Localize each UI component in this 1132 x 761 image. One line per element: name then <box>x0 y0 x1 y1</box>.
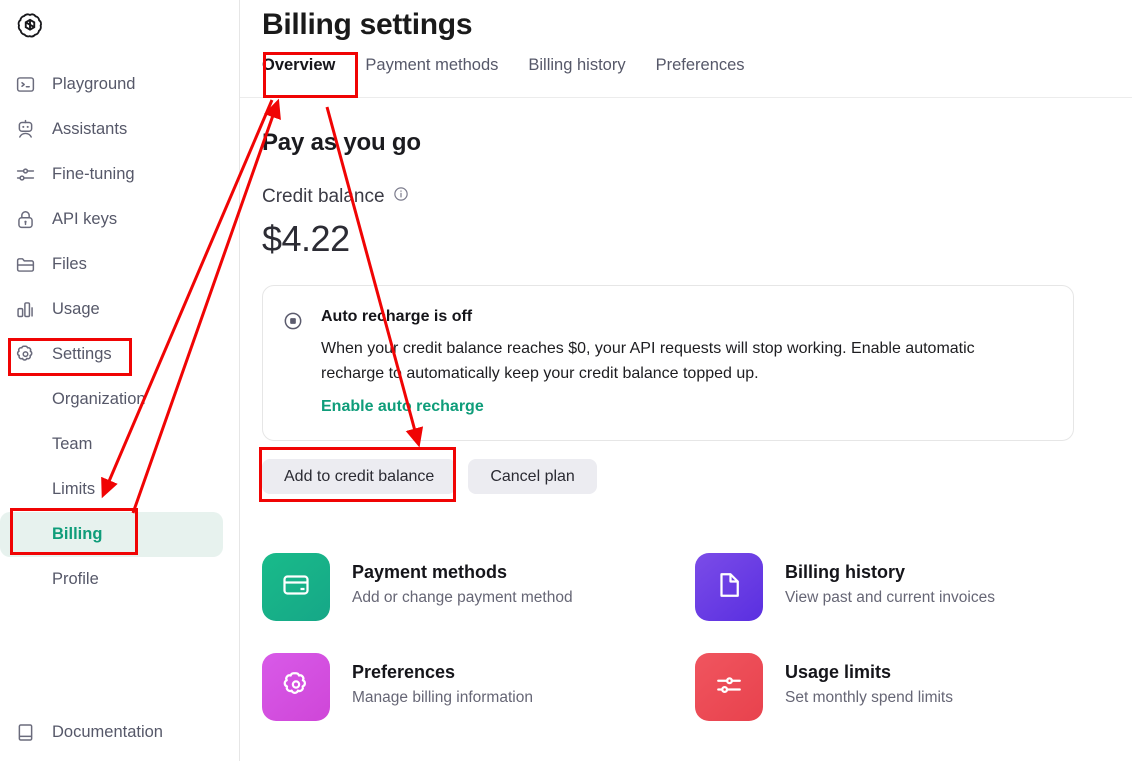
main-content: Billing settings Overview Payment method… <box>240 0 1132 761</box>
app-root: Playground Assistants Fine-tuning API ke… <box>0 0 1132 761</box>
auto-recharge-title: Auto recharge is off <box>321 308 473 325</box>
tab-preferences[interactable]: Preferences <box>656 54 745 77</box>
card-title: Payment methods <box>352 562 508 582</box>
cancel-plan-button[interactable]: Cancel plan <box>468 459 597 494</box>
folder-icon <box>14 254 36 276</box>
card-title: Usage limits <box>785 662 892 682</box>
card-preferences[interactable]: Preferences Manage billing information <box>262 653 673 721</box>
sidebar-item-label: Usage <box>52 300 100 319</box>
bar-chart-icon <box>14 299 36 321</box>
sidebar-item-organization[interactable]: Organization <box>0 377 223 422</box>
credit-balance-amount: $4.22 <box>262 218 350 259</box>
gear-icon <box>14 344 36 366</box>
robot-icon <box>14 119 36 141</box>
sidebar-item-label: Settings <box>52 345 112 364</box>
sidebar-item-profile[interactable]: Profile <box>0 557 223 602</box>
sidebar-item-usage[interactable]: Usage <box>0 287 225 332</box>
sidebar-item-label: Playground <box>52 75 136 94</box>
sidebar-subitem-label: Organization <box>52 390 146 408</box>
card-subtitle: Set monthly spend limits <box>785 689 953 706</box>
enable-auto-recharge-link[interactable]: Enable auto recharge <box>321 398 1049 416</box>
card-icon-tile <box>262 653 330 721</box>
sidebar-item-label: Fine-tuning <box>52 165 135 184</box>
sidebar: Playground Assistants Fine-tuning API ke… <box>0 0 240 761</box>
sidebar-subitem-label: Billing <box>52 525 103 543</box>
card-subtitle: Manage billing information <box>352 689 533 706</box>
card-subtitle: View past and current invoices <box>785 589 995 606</box>
lock-icon <box>14 209 36 231</box>
sliders-icon <box>14 164 36 186</box>
sidebar-subitem-label: Limits <box>52 480 96 498</box>
tab-billing-history[interactable]: Billing history <box>528 54 625 77</box>
card-icon-tile <box>262 553 330 621</box>
sidebar-item-team[interactable]: Team <box>0 422 223 467</box>
add-to-credit-balance-button[interactable]: Add to credit balance <box>262 459 457 494</box>
sidebar-subitem-label: Team <box>52 435 93 453</box>
sidebar-item-assistants[interactable]: Assistants <box>0 107 225 152</box>
radio-off-icon <box>283 311 303 336</box>
plan-title: Pay as you go <box>262 129 421 156</box>
page-title: Billing settings <box>262 8 473 41</box>
card-subtitle: Add or change payment method <box>352 589 573 606</box>
sidebar-item-settings[interactable]: Settings <box>0 332 225 377</box>
info-icon[interactable] <box>393 186 409 208</box>
card-billing-history[interactable]: Billing history View past and current in… <box>695 553 1106 621</box>
credit-balance-label: Credit balance <box>262 186 409 208</box>
sliders-icon <box>714 670 744 705</box>
sidebar-item-limits[interactable]: Limits <box>0 467 223 512</box>
auto-recharge-description: When your credit balance reaches $0, you… <box>321 340 975 382</box>
quick-links-grid: Payment methods Add or change payment me… <box>262 553 1106 721</box>
credit-card-icon <box>281 570 311 605</box>
tab-bar: Overview Payment methods Billing history… <box>262 54 1132 77</box>
terminal-icon <box>14 74 36 96</box>
sidebar-item-label: Documentation <box>52 723 163 742</box>
auto-recharge-card: Auto recharge is off When your credit ba… <box>262 285 1074 441</box>
tabs-divider <box>240 97 1132 98</box>
sidebar-item-api-keys[interactable]: API keys <box>0 197 225 242</box>
sidebar-item-documentation[interactable]: Documentation <box>0 710 225 755</box>
sidebar-item-billing[interactable]: Billing <box>0 512 223 557</box>
sidebar-footer: Documentation <box>0 710 239 755</box>
card-icon-tile <box>695 553 763 621</box>
card-title: Preferences <box>352 662 456 682</box>
sidebar-item-label: API keys <box>52 210 118 229</box>
sidebar-item-fine-tuning[interactable]: Fine-tuning <box>0 152 225 197</box>
sidebar-item-files[interactable]: Files <box>0 242 225 287</box>
card-icon-tile <box>695 653 763 721</box>
openai-logo[interactable] <box>12 8 48 44</box>
tab-overview[interactable]: Overview <box>262 54 335 77</box>
gear-flower-icon <box>281 670 311 705</box>
action-button-row: Add to credit balance Cancel plan <box>262 459 597 494</box>
sidebar-item-label: Files <box>52 255 87 274</box>
card-usage-limits[interactable]: Usage limits Set monthly spend limits <box>695 653 1106 721</box>
card-title: Billing history <box>785 562 906 582</box>
document-icon <box>714 570 744 605</box>
credit-balance-text: Credit balance <box>262 186 385 207</box>
book-icon <box>14 722 36 744</box>
sidebar-subitem-label: Profile <box>52 570 99 588</box>
tab-payment-methods[interactable]: Payment methods <box>365 54 498 77</box>
sidebar-item-playground[interactable]: Playground <box>0 62 225 107</box>
card-payment-methods[interactable]: Payment methods Add or change payment me… <box>262 553 673 621</box>
sidebar-nav: Playground Assistants Fine-tuning API ke… <box>0 62 239 602</box>
sidebar-item-label: Assistants <box>52 120 128 139</box>
